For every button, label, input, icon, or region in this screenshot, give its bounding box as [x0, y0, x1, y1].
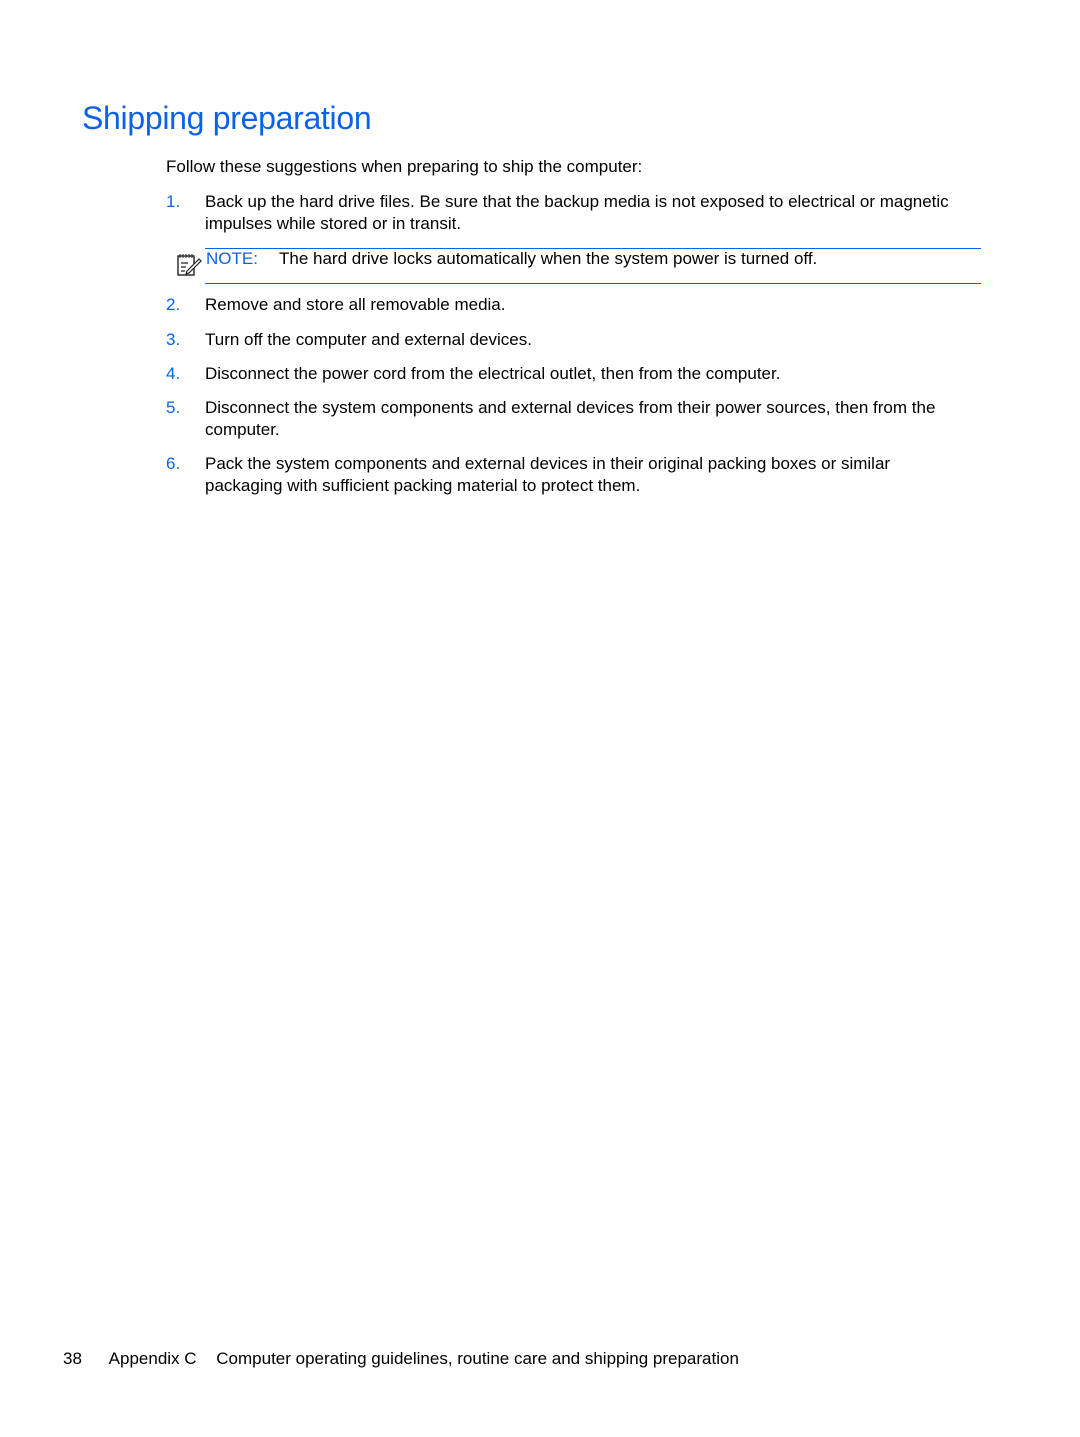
- page-footer: 38 Appendix C Computer operating guideli…: [63, 1349, 739, 1369]
- step-text: Remove and store all removable media.: [205, 295, 506, 314]
- step-number: 5.: [166, 398, 181, 417]
- page-title: Shipping preparation: [82, 100, 372, 136]
- note-label: NOTE:: [206, 249, 258, 268]
- step-number: 2.: [166, 295, 181, 314]
- footer-chapter-title: Computer operating guidelines, routine c…: [216, 1349, 739, 1368]
- intro-text: Follow these suggestions when preparing …: [166, 157, 643, 176]
- step-number: 6.: [166, 454, 181, 473]
- page-number: 38: [63, 1349, 82, 1368]
- note-pencil-icon: [175, 251, 203, 277]
- note-box: NOTE: The hard drive locks automatically…: [177, 248, 981, 284]
- step-text: Turn off the computer and external devic…: [205, 330, 532, 349]
- step-text: Disconnect the power cord from the elect…: [205, 364, 781, 383]
- step-text: Pack the system components and external …: [205, 454, 891, 495]
- footer-appendix: Appendix C: [108, 1349, 197, 1368]
- step-number: 4.: [166, 364, 181, 383]
- step-text: Disconnect the system components and ext…: [205, 398, 936, 439]
- note-text: The hard drive locks automatically when …: [279, 249, 818, 268]
- step-number: 1.: [166, 192, 181, 211]
- step-text: Back up the hard drive files. Be sure th…: [205, 192, 949, 233]
- step-number: 3.: [166, 330, 181, 349]
